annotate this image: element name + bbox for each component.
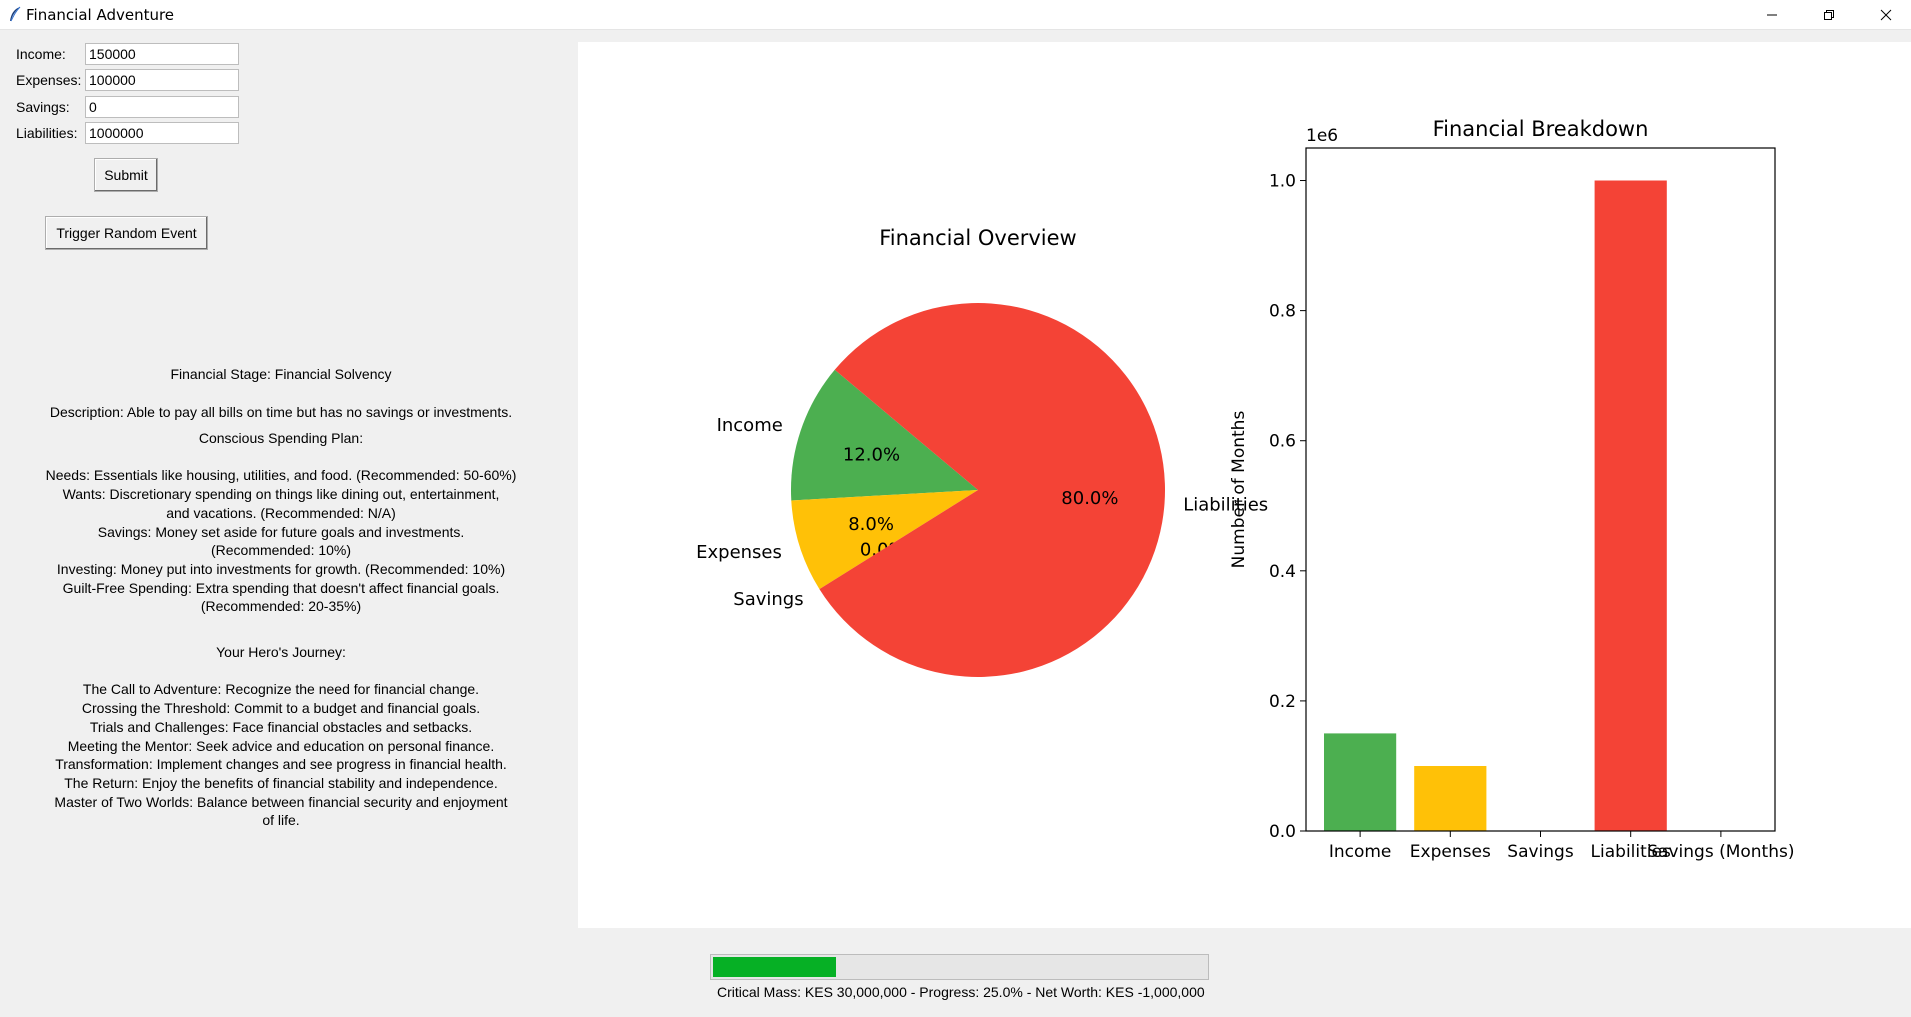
liabilities-label: Liabilities: bbox=[16, 125, 78, 141]
spending-plan-block: Conscious Spending Plan: Needs: Essentia… bbox=[20, 429, 542, 616]
spending-plan-title: Conscious Spending Plan: bbox=[198, 430, 364, 446]
y-tick-label: 0.2 bbox=[1269, 692, 1296, 712]
x-tick-label: Expenses bbox=[1410, 842, 1491, 862]
plan-line: (Recommended: 10%) bbox=[210, 542, 352, 559]
expenses-label: Expenses: bbox=[16, 72, 82, 88]
y-tick-label: 0.8 bbox=[1269, 302, 1296, 322]
plan-line: Needs: Essentials like housing, utilitie… bbox=[45, 467, 517, 484]
minimize-icon bbox=[1766, 14, 1777, 15]
plan-line: Investing: Money put into investments fo… bbox=[56, 560, 506, 577]
pie-label-liabilities: Liabilities bbox=[1183, 494, 1268, 515]
x-tick-label: Savings bbox=[1507, 842, 1574, 862]
pie-label-income: Income bbox=[717, 415, 783, 436]
journey-line: Master of Two Worlds: Balance between fi… bbox=[54, 793, 508, 810]
journey-line: Crossing the Threshold: Commit to a budg… bbox=[81, 700, 481, 717]
feather-icon bbox=[10, 6, 21, 22]
x-tick-label: Income bbox=[1329, 842, 1392, 862]
submit-button[interactable]: Submit bbox=[94, 158, 158, 192]
y-tick-label: 1.0 bbox=[1269, 172, 1296, 192]
stage-description: Description: Able to pay all bills on ti… bbox=[49, 404, 513, 420]
pie-title: Financial Overview bbox=[879, 226, 1077, 250]
journey-line: Meeting the Mentor: Seek advice and educ… bbox=[67, 737, 495, 754]
liabilities-input[interactable] bbox=[85, 122, 239, 144]
pie-label-expenses: Expenses bbox=[696, 542, 782, 563]
journey-line: of life. bbox=[262, 812, 300, 829]
bar-title: Financial Breakdown bbox=[1433, 117, 1649, 141]
plan-line: Guilt-Free Spending: Extra spending that… bbox=[62, 579, 500, 596]
plan-line: Savings: Money set aside for future goal… bbox=[97, 523, 465, 540]
restore-icon bbox=[1823, 9, 1834, 20]
title-bar: Financial Adventure bbox=[0, 0, 1911, 30]
pie-pct-income: 12.0% bbox=[843, 445, 900, 466]
income-input[interactable] bbox=[85, 43, 239, 65]
trigger-random-event-button[interactable]: Trigger Random Event bbox=[45, 216, 208, 250]
close-icon bbox=[1880, 9, 1891, 20]
restore-button[interactable] bbox=[1800, 0, 1857, 29]
income-label: Income: bbox=[16, 46, 66, 62]
status-text: Critical Mass: KES 30,000,000 - Progress… bbox=[717, 984, 1205, 1000]
journey-title: Your Hero's Journey: bbox=[216, 644, 346, 660]
plan-line: (Recommended: 20-35%) bbox=[200, 598, 362, 615]
journey-line: Transformation: Implement changes and se… bbox=[55, 756, 507, 773]
journey-line: The Call to Adventure: Recognize the nee… bbox=[82, 681, 480, 698]
plan-line: and vacations. (Recommended: N/A) bbox=[166, 504, 396, 521]
journey-line: Trials and Challenges: Face financial ob… bbox=[89, 718, 473, 735]
bar-liabilities bbox=[1594, 180, 1667, 831]
progress-bar bbox=[710, 954, 1209, 980]
heros-journey-block: Your Hero's Journey: The Call to Adventu… bbox=[20, 643, 542, 830]
chart-canvas: Financial Overview Income 12.0% Expenses 8.0… bbox=[578, 42, 1911, 928]
pie-pct-liabilities: 80.0% bbox=[1061, 488, 1118, 509]
journey-line: The Return: Enjoy the benefits of financ… bbox=[64, 774, 498, 791]
pie-label-savings: Savings bbox=[733, 589, 803, 610]
bar-expenses bbox=[1414, 766, 1487, 831]
financial-stage-text: Financial Stage: Financial Solvency bbox=[170, 366, 392, 382]
window-title: Financial Adventure bbox=[26, 6, 175, 24]
bar-income bbox=[1324, 733, 1397, 831]
progress-fill bbox=[713, 957, 836, 977]
bar-axes-frame bbox=[1305, 147, 1776, 832]
charts-svg: Financial Overview Income 12.0% Expenses 8.0… bbox=[696, 117, 1794, 862]
plan-line: Wants: Discretionary spending on things … bbox=[62, 486, 500, 503]
savings-input[interactable] bbox=[85, 96, 239, 118]
y-tick-label: 0.0 bbox=[1269, 822, 1296, 842]
y-tick-label: 0.6 bbox=[1269, 432, 1296, 452]
y-offset-label: 1e6 bbox=[1306, 126, 1338, 146]
minimize-button[interactable] bbox=[1743, 0, 1800, 29]
pie-pct-expenses: 8.0% bbox=[848, 514, 894, 535]
y-tick-label: 0.4 bbox=[1269, 562, 1296, 582]
x-tick-label: Savings (Months) bbox=[1647, 842, 1794, 862]
savings-label: Savings: bbox=[16, 99, 70, 115]
close-button[interactable] bbox=[1857, 0, 1911, 29]
y-axis-label: Number of Months bbox=[1229, 411, 1249, 569]
expenses-input[interactable] bbox=[85, 69, 239, 91]
